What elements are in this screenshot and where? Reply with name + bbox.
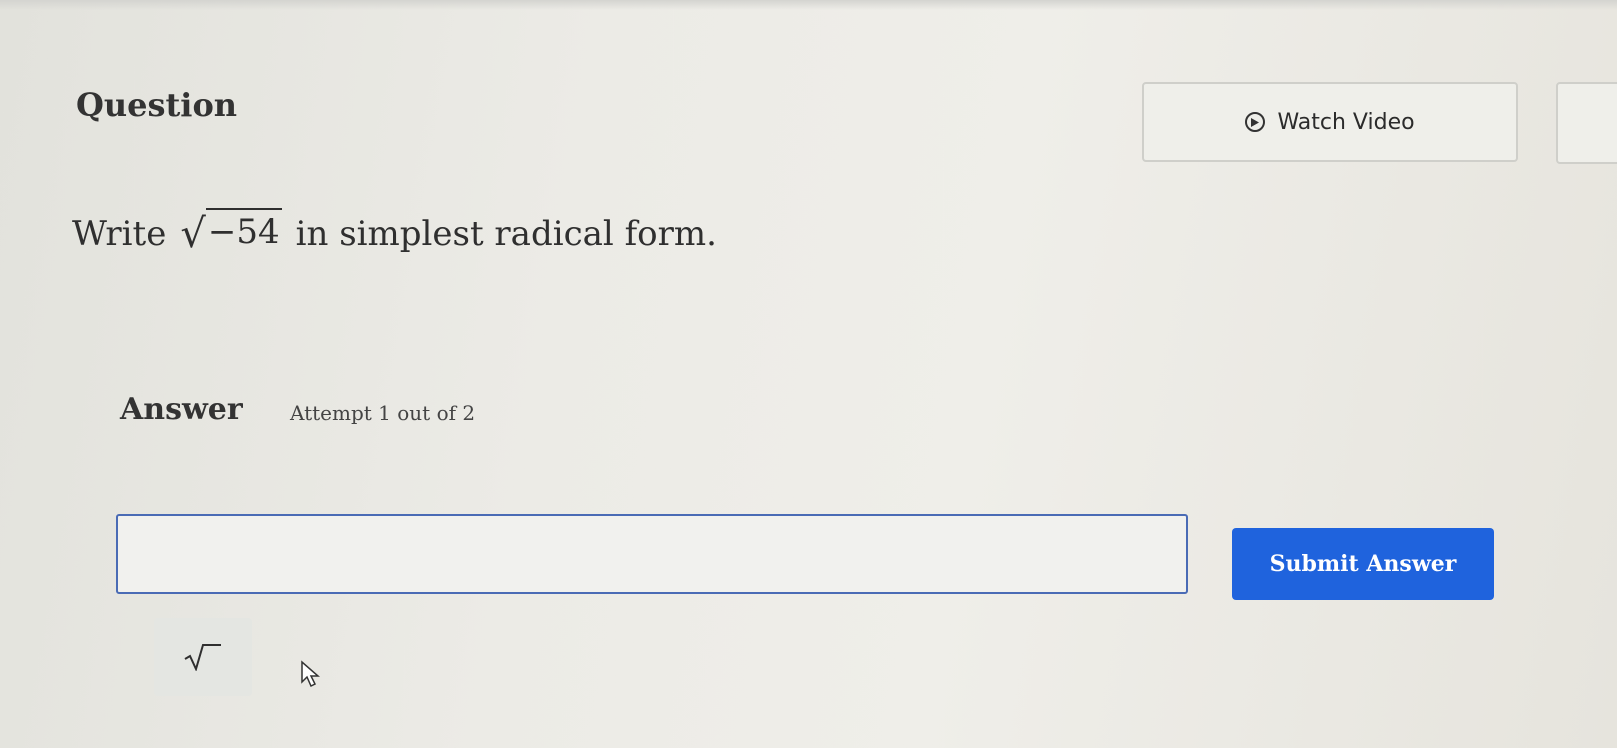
watch-video-button[interactable]: Watch Video	[1142, 82, 1518, 162]
prompt-suffix: in simplest radical form.	[295, 214, 717, 254]
submit-answer-button[interactable]: Submit Answer	[1232, 528, 1494, 600]
radicand: −54	[205, 208, 282, 252]
attempt-counter: Attempt 1 out of 2	[290, 401, 476, 425]
question-title: Question	[76, 86, 238, 124]
sqrt-button[interactable]	[154, 618, 252, 696]
question-prompt: Write √ −54 in simplest radical form.	[72, 208, 717, 254]
answer-input[interactable]	[116, 514, 1188, 594]
answer-heading: Answer	[120, 392, 243, 427]
play-circle-icon	[1245, 112, 1266, 132]
square-root-icon	[184, 644, 221, 671]
prompt-prefix: Write	[72, 214, 167, 254]
side-panel-button[interactable]	[1556, 82, 1617, 164]
watch-video-label: Watch Video	[1277, 109, 1415, 135]
mouse-cursor-icon	[301, 660, 320, 688]
radical-expression: √ −54	[180, 208, 282, 257]
top-edge	[0, 0, 1617, 10]
radical-sign: √	[180, 211, 206, 257]
